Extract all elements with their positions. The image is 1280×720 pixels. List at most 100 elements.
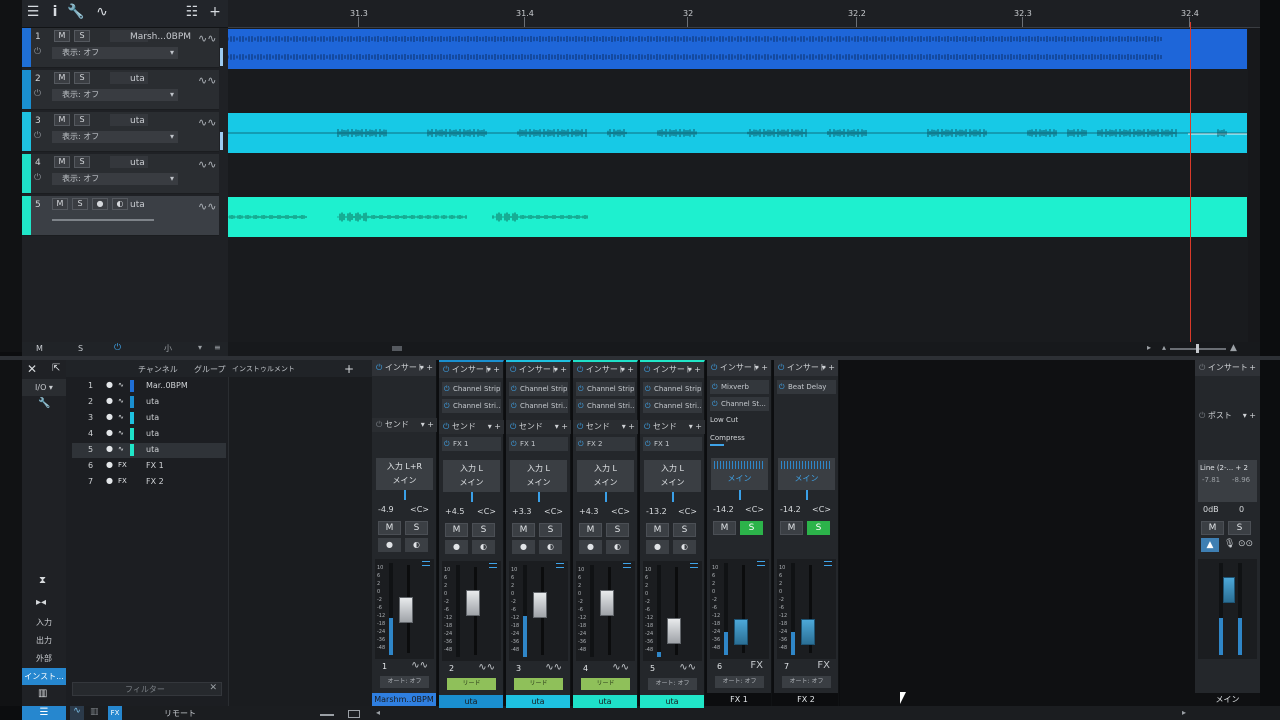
- fader-area[interactable]: 10 6 2 0 -2 -6 -12 -18 -24 -36 -48: [777, 559, 836, 659]
- insert-header[interactable]: ⏻ インサート ▾ +: [640, 362, 704, 378]
- solo-button[interactable]: S: [807, 521, 830, 535]
- fader-area[interactable]: 10 6 2 0 -2 -6 -12 -18 -24 -36 -48: [442, 561, 501, 661]
- fader-cap[interactable]: [466, 590, 480, 616]
- send-header[interactable]: ⏻ センド ▾ +: [573, 420, 638, 434]
- io-box[interactable]: メイン: [778, 458, 835, 490]
- input-label[interactable]: 入力 L: [510, 462, 567, 476]
- channel-list-item[interactable]: 7 ● FX FX 2: [72, 475, 226, 490]
- channel-name-bar[interactable]: Marshm..0BPM: [372, 693, 436, 706]
- clear-filter-icon[interactable]: ✕: [209, 683, 217, 693]
- output-button[interactable]: 出力: [22, 632, 66, 649]
- channel-name-bar[interactable]: uta: [573, 695, 637, 708]
- waveform-icon[interactable]: ∿∿: [198, 74, 216, 87]
- insert-header[interactable]: ⏻ インサート ▾ +: [707, 360, 771, 376]
- monitor-button[interactable]: ◐: [673, 540, 696, 554]
- fader-cap[interactable]: [667, 618, 681, 644]
- mute-button[interactable]: M: [579, 523, 602, 537]
- insert-slot[interactable]: Channel Strip: [576, 382, 635, 396]
- mute-button[interactable]: M: [780, 521, 803, 535]
- track-solo-button[interactable]: S: [74, 72, 90, 84]
- channel-name-bar[interactable]: FX 2: [774, 693, 838, 706]
- pan-value[interactable]: <C>: [611, 507, 630, 516]
- track-name[interactable]: uta: [130, 158, 145, 168]
- pan-value[interactable]: <C>: [678, 507, 697, 516]
- footer-solo-all[interactable]: S: [78, 344, 83, 353]
- track-power-icon[interactable]: ⏻: [34, 173, 41, 183]
- output-label[interactable]: メイン: [443, 476, 500, 490]
- waveform-icon[interactable]: ∿∿: [198, 32, 216, 45]
- lane-resize-handle[interactable]: [220, 132, 223, 150]
- fader-area[interactable]: 10 6 2 0 -2 -6 -12 -18 -24 -36 -48: [710, 559, 769, 659]
- wrench-icon[interactable]: 🔧: [67, 3, 85, 21]
- input-button[interactable]: 入力: [22, 614, 66, 631]
- solo-button[interactable]: S: [740, 521, 763, 535]
- close-icon[interactable]: ✕: [27, 362, 37, 376]
- footer-mute-all[interactable]: M: [36, 344, 43, 353]
- channel-list-item[interactable]: 5 ● ∿ uta: [72, 443, 226, 458]
- solo-button[interactable]: S: [472, 523, 495, 537]
- info-icon[interactable]: i: [46, 3, 64, 21]
- io-box[interactable]: 入力 L+R メイン: [376, 458, 433, 490]
- input-label[interactable]: 入力 L: [644, 462, 701, 476]
- fader-cap[interactable]: [801, 619, 815, 645]
- track-display-dropdown[interactable]: 表示: オフ: [52, 131, 178, 143]
- keyboard-icon[interactable]: ▥: [90, 707, 99, 717]
- menu-icon[interactable]: ☰: [24, 3, 42, 21]
- output-label[interactable]: メイン: [644, 476, 701, 490]
- visibility-dot-icon[interactable]: ●: [106, 412, 113, 421]
- list-view-icon[interactable]: ☷: [183, 3, 201, 21]
- strip-list-icon[interactable]: [422, 561, 430, 566]
- monitor-button[interactable]: ◐: [539, 540, 562, 554]
- playhead-line[interactable]: [1190, 22, 1191, 342]
- horizontal-scrollbar[interactable]: [228, 342, 1260, 356]
- io-box[interactable]: 入力 L メイン: [644, 460, 701, 492]
- insert-header[interactable]: ⏻ インサート ▾ +: [439, 362, 503, 378]
- pan-value[interactable]: <C>: [745, 505, 764, 514]
- output-label[interactable]: メイン: [778, 472, 835, 486]
- record-button[interactable]: ●: [445, 540, 468, 554]
- solo-button[interactable]: S: [606, 523, 629, 537]
- insert-slot[interactable]: Channel Stri...: [509, 399, 568, 413]
- track-solo-button[interactable]: S: [74, 30, 90, 42]
- monitor-button[interactable]: ◐: [112, 198, 128, 210]
- mute-button[interactable]: M: [445, 523, 468, 537]
- send-header[interactable]: ⏻ センド ▾ +: [506, 420, 571, 434]
- main-link-icon[interactable]: ⊙⊙: [1238, 539, 1253, 549]
- channel-name-bar[interactable]: uta: [640, 695, 704, 708]
- insert-slot[interactable]: Channel Strip: [509, 382, 568, 396]
- audio-clip[interactable]: [228, 29, 1247, 69]
- track-header[interactable]: 4 MS ⏻ 表示: オフ uta ∿∿: [22, 154, 219, 194]
- send-header[interactable]: ⏻ センド ▾ +: [439, 420, 504, 434]
- waveform-icon[interactable]: ∿∿: [198, 158, 216, 171]
- output-label[interactable]: メイン: [376, 474, 433, 488]
- track-name[interactable]: uta: [130, 200, 145, 210]
- send-slot[interactable]: FX 1: [509, 437, 568, 451]
- main-insert-header[interactable]: ⏻ インサート +: [1195, 360, 1260, 376]
- automation-mode[interactable]: オート: オフ: [782, 676, 831, 688]
- main-post-header[interactable]: ⏻ ポスト ▾ +: [1195, 408, 1260, 424]
- filter-input[interactable]: フィルター ✕: [72, 682, 222, 696]
- insert-header[interactable]: ⏻ インサート ▾ +: [774, 360, 838, 376]
- track-power-icon[interactable]: ⏻: [34, 131, 41, 141]
- arrange-area[interactable]: [228, 28, 1260, 342]
- mixer-scroll-right-icon[interactable]: ▸: [1182, 708, 1186, 717]
- tab-instrument[interactable]: インストゥルメント: [232, 364, 295, 374]
- io-box[interactable]: 入力 L メイン: [510, 460, 567, 492]
- zoom-slider-handle[interactable]: [1196, 344, 1199, 353]
- automation-mode[interactable]: オート: オフ: [648, 678, 697, 690]
- volume-value[interactable]: +3.3: [512, 507, 531, 516]
- pan-value[interactable]: <C>: [477, 507, 496, 516]
- track-header[interactable]: 5 M S ● ◐ uta ∿∿: [22, 196, 219, 236]
- volume-value[interactable]: -13.2: [646, 507, 667, 516]
- record-button[interactable]: ●: [378, 538, 401, 552]
- main-solo-button[interactable]: S: [1228, 521, 1251, 535]
- insert-slot[interactable]: Channel Stri...: [643, 399, 702, 413]
- mixer-menu-icon[interactable]: ☰: [22, 706, 66, 720]
- insert-slot[interactable]: Beat Delay: [777, 380, 836, 394]
- insert-header[interactable]: ⏻ インサート ▾ +: [372, 360, 436, 376]
- footer-dropdown-icon[interactable]: ▾: [198, 343, 202, 352]
- track-mute-button[interactable]: M: [52, 198, 68, 210]
- io-button[interactable]: I/O ▾: [22, 379, 66, 396]
- volume-value[interactable]: -4.9: [378, 505, 394, 514]
- solo-button[interactable]: S: [673, 523, 696, 537]
